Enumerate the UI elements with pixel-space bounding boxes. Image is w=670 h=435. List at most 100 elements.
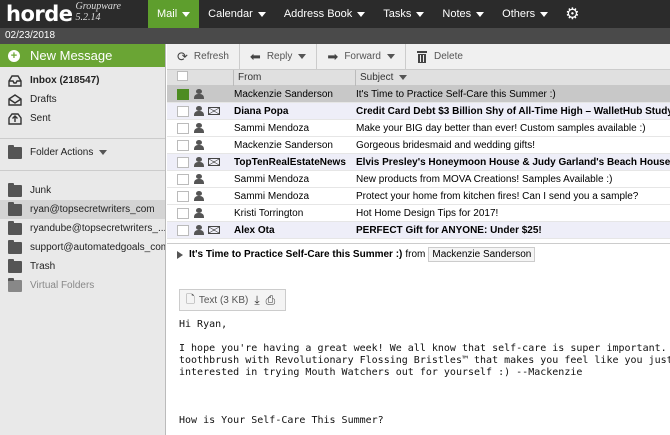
envelope-icon (208, 192, 220, 200)
sidebar-item-ryan-topsecretwriters[interactable]: ryan@topsecretwriters_com (0, 200, 165, 219)
row-checkbox[interactable] (177, 88, 189, 100)
sidebar-item-junk[interactable]: Junk (0, 181, 165, 200)
nav-others-label: Others (502, 8, 536, 20)
nav-calendar[interactable]: Calendar (199, 0, 275, 28)
delete-button[interactable]: Delete (416, 44, 473, 70)
table-row[interactable]: Sammi Mendoza Make your BIG day better th… (167, 120, 670, 137)
sidebar-item-label: Drafts (30, 94, 57, 105)
row-checkbox[interactable] (177, 224, 189, 236)
message-list-header: From Subject (167, 69, 670, 86)
delete-label: Delete (434, 51, 463, 62)
new-message-button[interactable]: + New Message (0, 44, 165, 67)
divider (0, 138, 165, 139)
message-body: Hi Ryan, I hope you're having a great we… (179, 319, 670, 426)
row-checkbox[interactable] (177, 173, 189, 185)
row-checkbox[interactable] (177, 105, 189, 117)
chevron-down-icon (399, 74, 408, 80)
refresh-label: Refresh (193, 51, 229, 62)
folder-actions-button[interactable]: Folder Actions (0, 143, 165, 162)
preview-from-word: from (405, 249, 426, 260)
download-icon[interactable]: ⤓ (254, 293, 259, 308)
sidebar-item-support-automatedgoals[interactable]: support@automatedgoals_com (0, 238, 165, 257)
sidebar-item-label: Virtual Folders (30, 280, 95, 291)
sent-icon (8, 112, 22, 125)
table-row[interactable]: Kristi Torrington Hot Home Design Tips fo… (167, 205, 670, 222)
main-pane: ⟳ Refresh ⬅ Reply ➡ Forward Delete From … (167, 43, 670, 435)
select-all-column[interactable] (167, 71, 233, 84)
sidebar-item-trash[interactable]: Trash (0, 257, 165, 276)
sidebar-item-label: Junk (30, 185, 52, 196)
row-from: Kristi Torrington (234, 207, 304, 219)
row-checkbox[interactable] (177, 207, 189, 219)
expand-arrow-icon[interactable] (177, 250, 183, 259)
row-subject: Elvis Presley's Honeymoon House & Judy G… (356, 156, 670, 168)
logo-brand: horde (6, 2, 73, 26)
attachment-box: 🗋 Text (3 KB) ⤓ ⎙ (179, 289, 286, 311)
nav-address-book[interactable]: Address Book (275, 0, 374, 28)
table-row[interactable]: Mackenzie Sanderson It's Time to Practice… (167, 86, 670, 103)
sidebar-item-label: ryan@topsecretwriters_com (30, 204, 155, 215)
person-icon (194, 191, 204, 201)
row-from: Sammi Mendoza (234, 122, 310, 134)
row-from: Alex Ota (234, 224, 275, 236)
row-subject: Credit Card Debt $3 Billion Shy of All-T… (356, 105, 670, 117)
current-date: 02/23/2018 (5, 30, 56, 41)
reply-label: Reply (266, 51, 293, 62)
envelope-icon (208, 90, 220, 98)
row-checkbox[interactable] (177, 139, 189, 151)
table-row[interactable]: Sammi Mendoza New products from MOVA Crea… (167, 171, 670, 188)
folder-actions-label: Folder Actions (30, 147, 94, 158)
column-subject[interactable]: Subject (355, 69, 670, 86)
row-checkbox[interactable] (177, 190, 189, 202)
select-all-checkbox[interactable] (177, 71, 188, 81)
inbox-icon (8, 74, 22, 87)
row-subject: Protect your home from kitchen fires! Ca… (356, 190, 639, 202)
plus-icon: + (8, 49, 20, 62)
nav-notes[interactable]: Notes (433, 0, 493, 28)
reply-button[interactable]: ⬅ Reply (250, 43, 318, 70)
preview-sender[interactable]: Mackenzie Sanderson (428, 247, 536, 262)
forward-button[interactable]: ➡ Forward (327, 43, 406, 70)
top-nav-bar: horde Groupware 5.2.14 Mail Calendar Add… (0, 0, 670, 28)
nav-tasks[interactable]: Tasks (374, 0, 433, 28)
sidebar-item-ryandube-topsecretwriters[interactable]: ryandube@topsecretwriters_... (0, 219, 165, 238)
nav-others[interactable]: Others (493, 0, 557, 28)
horde-logo[interactable]: horde Groupware 5.2.14 (0, 0, 148, 28)
table-row[interactable]: Sammi Mendoza Protect your home from kitc… (167, 188, 670, 205)
table-row[interactable]: TopTenRealEstateNews Elvis Presley's Hone… (167, 154, 670, 171)
row-from: Sammi Mendoza (234, 173, 310, 185)
sidebar-item-sent[interactable]: Sent (0, 109, 165, 128)
row-checkbox[interactable] (177, 156, 189, 168)
arrow-right-icon: ➡ (327, 48, 339, 64)
folder-icon (8, 220, 22, 235)
row-from: Sammi Mendoza (234, 190, 310, 202)
envelope-icon (208, 175, 220, 183)
nav-mail[interactable]: Mail (148, 0, 200, 28)
envelope-icon (208, 158, 220, 166)
chevron-down-icon (257, 11, 266, 17)
row-from: Diana Popa (234, 105, 289, 117)
envelope-icon (208, 141, 220, 149)
sidebar-item-virtual-folders[interactable]: Virtual Folders (0, 276, 165, 295)
sidebar-item-label: ryandube@topsecretwriters_... (30, 223, 165, 234)
table-row[interactable]: Alex Ota PERFECT Gift for ANYONE: Under $… (167, 222, 670, 239)
nav-tasks-label: Tasks (383, 8, 412, 20)
refresh-button[interactable]: ⟳ Refresh (177, 43, 240, 70)
row-checkbox[interactable] (177, 122, 189, 134)
envelope-icon (208, 226, 220, 234)
sidebar-item-inbox[interactable]: Inbox (218547) (0, 71, 165, 90)
date-bar: 02/23/2018 (0, 28, 670, 44)
sidebar-item-label: support@automatedgoals_com (30, 242, 165, 253)
sidebar-item-label: Sent (30, 113, 51, 124)
gear-icon[interactable]: ⚙ (557, 0, 587, 28)
table-row[interactable]: Mackenzie Sanderson Gorgeous bridesmaid a… (167, 137, 670, 154)
column-from[interactable]: From (233, 69, 355, 86)
column-subject-label: Subject (360, 71, 394, 83)
sidebar-item-drafts[interactable]: Drafts (0, 90, 165, 109)
row-subject: Make your BIG day better than ever! Cust… (356, 122, 646, 134)
preview-subject: It's Time to Practice Self-Care this Sum… (189, 249, 403, 260)
person-icon (194, 157, 204, 167)
attachment-label[interactable]: Text (3 KB) (199, 295, 248, 306)
table-row[interactable]: Diana Popa Credit Card Debt $3 Billion Sh… (167, 103, 670, 120)
print-icon[interactable]: ⎙ (266, 293, 276, 308)
